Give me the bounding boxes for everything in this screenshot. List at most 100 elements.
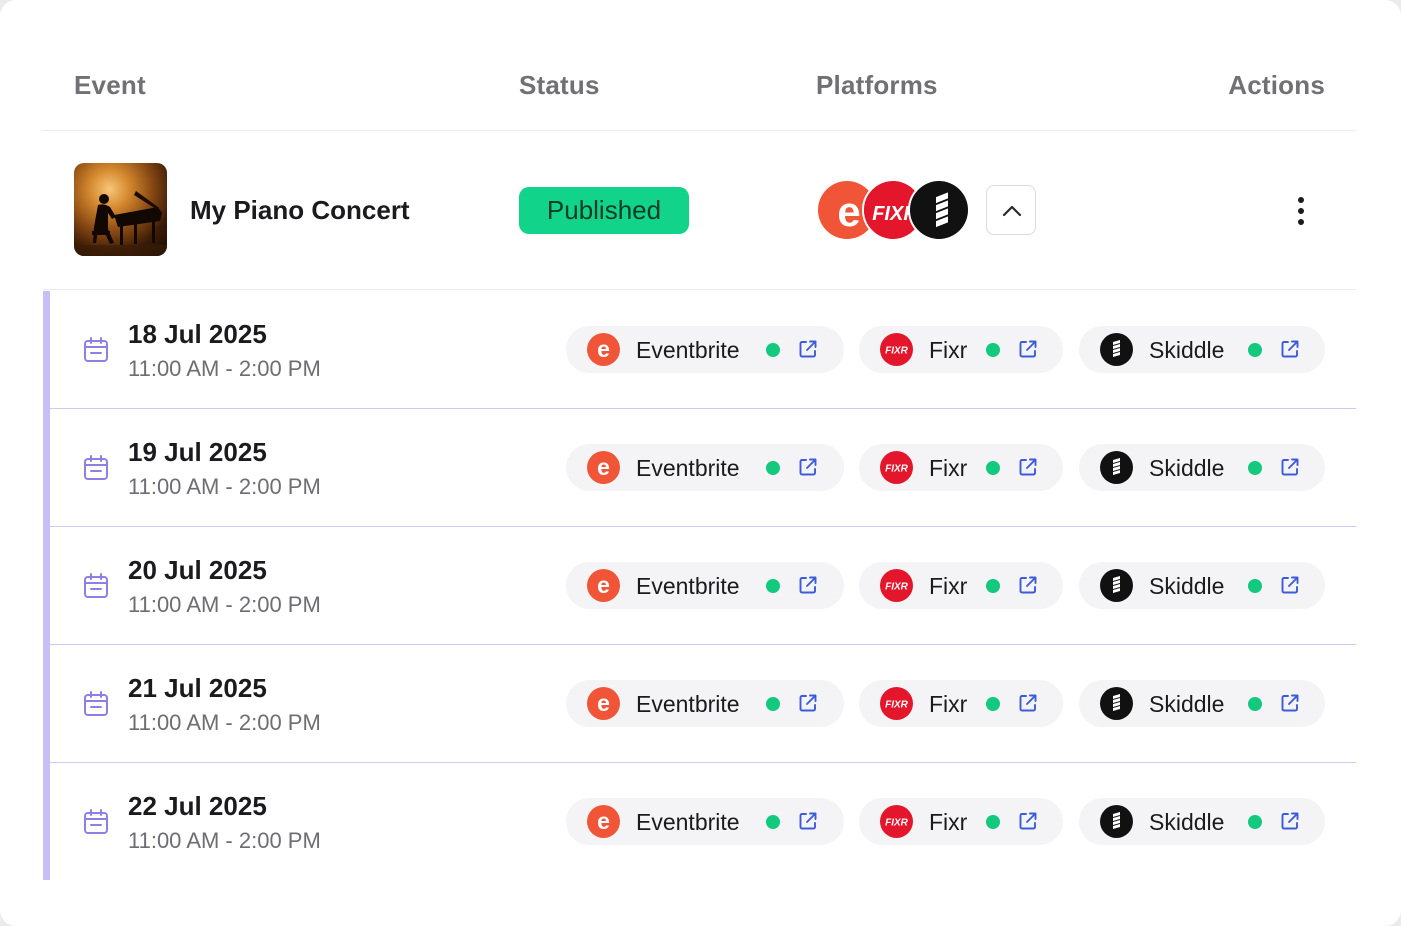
date-row: 20 Jul 2025 11:00 AM - 2:00 PM e Eventbr…	[50, 527, 1356, 645]
time-range: 11:00 AM - 2:00 PM	[128, 592, 321, 617]
event-title[interactable]: My Piano Concert	[190, 195, 410, 226]
svg-text:FIXR: FIXR	[885, 464, 909, 475]
column-header-actions: Actions	[1228, 70, 1325, 100]
external-link-icon[interactable]	[1279, 456, 1301, 478]
calendar-icon	[84, 809, 108, 834]
platform-name: Skiddle	[1149, 337, 1225, 363]
platform-pill-eventbrite[interactable]: e Eventbrite	[566, 326, 844, 373]
status-dot	[986, 815, 1000, 829]
external-link-icon[interactable]	[797, 456, 819, 478]
calendar-icon	[84, 337, 108, 362]
fixr-logo-icon: FIXR	[880, 687, 913, 720]
svg-text:e: e	[837, 188, 860, 235]
platform-pill-skiddle[interactable]: Skiddle	[1079, 562, 1325, 609]
external-link-icon[interactable]	[1017, 574, 1039, 596]
external-link-icon[interactable]	[797, 574, 819, 596]
platform-name: Eventbrite	[636, 455, 740, 481]
external-link-icon[interactable]	[1279, 338, 1301, 360]
skiddle-logo-icon	[1100, 687, 1133, 720]
svg-text:e: e	[597, 454, 610, 480]
external-link-icon[interactable]	[1017, 456, 1039, 478]
status-dot	[1248, 579, 1262, 593]
platform-pill-skiddle[interactable]: Skiddle	[1079, 680, 1325, 727]
platform-name: Eventbrite	[636, 809, 740, 835]
platform-pill-skiddle[interactable]: Skiddle	[1079, 444, 1325, 491]
status-dot	[766, 697, 780, 711]
date-label: 20 Jul 2025	[128, 555, 267, 585]
svg-text:e: e	[597, 808, 610, 834]
status-dot	[986, 461, 1000, 475]
external-link-icon[interactable]	[797, 338, 819, 360]
eventbrite-logo-icon: e	[587, 333, 620, 366]
date-label: 19 Jul 2025	[128, 437, 267, 467]
fixr-logo-icon: FIXR	[880, 805, 913, 838]
dates-accent-bar	[43, 291, 50, 880]
status-dot	[986, 579, 1000, 593]
external-link-icon[interactable]	[1279, 810, 1301, 832]
platform-pill-fixr[interactable]: FIXR Fixr	[859, 326, 1063, 373]
fixr-logo-icon: FIXR	[880, 333, 913, 366]
fixr-logo-icon: FIXR	[880, 451, 913, 484]
date-label: 22 Jul 2025	[128, 791, 267, 821]
external-link-icon[interactable]	[797, 810, 819, 832]
platform-name: Eventbrite	[636, 573, 740, 599]
event-thumbnail	[74, 163, 167, 256]
platform-pill-skiddle[interactable]: Skiddle	[1079, 798, 1325, 845]
platform-name: Fixr	[929, 691, 968, 717]
skiddle-logo-icon	[908, 179, 970, 241]
date-row: 22 Jul 2025 11:00 AM - 2:00 PM e Eventbr…	[50, 763, 1356, 881]
eventbrite-logo-icon: e	[587, 687, 620, 720]
external-link-icon[interactable]	[1017, 692, 1039, 714]
date-label: 21 Jul 2025	[128, 673, 267, 703]
time-range: 11:00 AM - 2:00 PM	[128, 828, 321, 853]
status-dot	[766, 461, 780, 475]
platform-name: Skiddle	[1149, 809, 1225, 835]
platform-pill-fixr[interactable]: FIXR Fixr	[859, 680, 1063, 727]
platform-pill-eventbrite[interactable]: e Eventbrite	[566, 444, 844, 491]
eventbrite-logo-icon: e	[587, 451, 620, 484]
eventbrite-logo-icon: e	[587, 805, 620, 838]
more-vertical-icon	[1298, 197, 1304, 225]
status-dot	[766, 815, 780, 829]
table-header: Event Status Platforms Actions	[43, 0, 1356, 131]
platform-name: Skiddle	[1149, 455, 1225, 481]
events-table-card: Event Status Platforms Actions My Piano …	[0, 0, 1401, 926]
eventbrite-logo-icon: e	[587, 569, 620, 602]
event-row[interactable]: My Piano Concert Published e FIXR	[43, 131, 1356, 290]
platform-name: Eventbrite	[636, 337, 740, 363]
date-row: 21 Jul 2025 11:00 AM - 2:00 PM e Eventbr…	[50, 645, 1356, 763]
column-header-event: Event	[74, 70, 146, 100]
date-row: 19 Jul 2025 11:00 AM - 2:00 PM e Eventbr…	[50, 409, 1356, 527]
platform-pill-fixr[interactable]: FIXR Fixr	[859, 798, 1063, 845]
platform-name: Fixr	[929, 455, 968, 481]
status-dot	[986, 697, 1000, 711]
skiddle-logo-icon	[1100, 569, 1133, 602]
platform-pill-skiddle[interactable]: Skiddle	[1079, 326, 1325, 373]
column-header-status: Status	[519, 70, 600, 100]
status-dot	[766, 343, 780, 357]
external-link-icon[interactable]	[1279, 692, 1301, 714]
status-dot	[1248, 461, 1262, 475]
collapse-dates-button[interactable]	[986, 185, 1036, 235]
platform-pill-eventbrite[interactable]: e Eventbrite	[566, 562, 844, 609]
event-dates-list: 18 Jul 2025 11:00 AM - 2:00 PM e Eventbr…	[43, 291, 1356, 880]
platform-pill-fixr[interactable]: FIXR Fixr	[859, 444, 1063, 491]
date-label: 18 Jul 2025	[128, 319, 267, 349]
platform-name: Fixr	[929, 809, 968, 835]
chevron-up-icon	[1002, 205, 1022, 217]
external-link-icon[interactable]	[1017, 338, 1039, 360]
skiddle-logo-icon	[1100, 451, 1133, 484]
platform-pill-eventbrite[interactable]: e Eventbrite	[566, 680, 844, 727]
svg-text:e: e	[597, 690, 610, 716]
status-dot	[1248, 815, 1262, 829]
more-actions-button[interactable]	[1283, 193, 1319, 229]
platform-name: Eventbrite	[636, 691, 740, 717]
date-row: 18 Jul 2025 11:00 AM - 2:00 PM e Eventbr…	[50, 291, 1356, 409]
external-link-icon[interactable]	[797, 692, 819, 714]
platform-pill-fixr[interactable]: FIXR Fixr	[859, 562, 1063, 609]
external-link-icon[interactable]	[1279, 574, 1301, 596]
external-link-icon[interactable]	[1017, 810, 1039, 832]
svg-text:FIXR: FIXR	[885, 700, 909, 711]
platform-pill-eventbrite[interactable]: e Eventbrite	[566, 798, 844, 845]
svg-text:FIXR: FIXR	[885, 818, 909, 829]
